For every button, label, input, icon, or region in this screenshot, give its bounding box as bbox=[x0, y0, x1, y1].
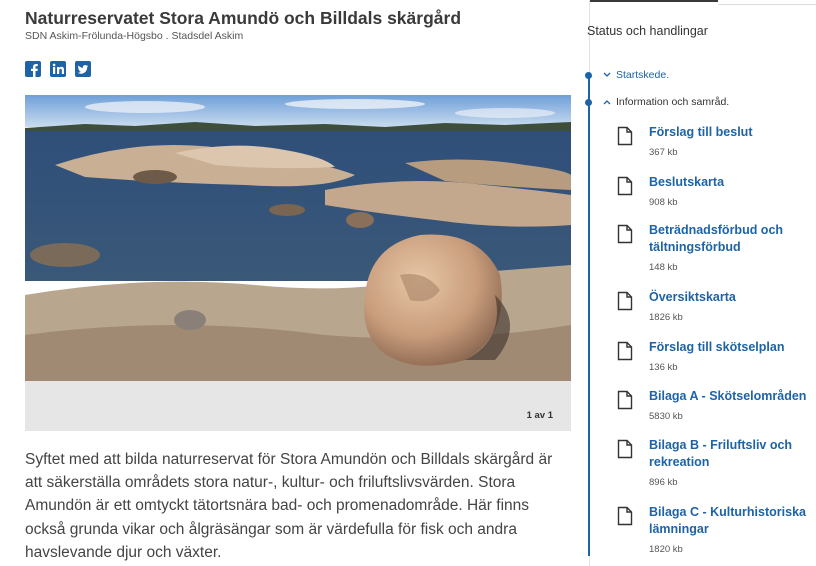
stage-label: Startskede. bbox=[616, 69, 670, 81]
file-icon bbox=[617, 291, 633, 316]
status-sidebar: Status och handlingar Startskede. Inform… bbox=[585, 0, 816, 566]
document-link[interactable]: Översiktskarta bbox=[649, 289, 816, 306]
file-icon bbox=[617, 506, 633, 531]
file-icon bbox=[617, 341, 633, 366]
document-link[interactable]: Beslutskarta bbox=[649, 174, 816, 191]
document-size: 1826 kb bbox=[649, 312, 683, 323]
file-icon bbox=[617, 126, 633, 151]
gallery-photo[interactable] bbox=[25, 95, 571, 381]
document-size: 896 kb bbox=[649, 477, 678, 488]
gallery-counter: 1 av 1 bbox=[526, 410, 553, 421]
document-link[interactable]: Beträdnadsförbud och tältningsförbud bbox=[649, 222, 816, 256]
page-title: Naturreservatet Stora Amundö och Billdal… bbox=[25, 8, 462, 28]
stage-startskede[interactable]: Startskede. bbox=[602, 69, 669, 81]
file-icon bbox=[617, 176, 633, 201]
gallery-caption-bar: 1 av 1 bbox=[25, 381, 571, 431]
file-icon bbox=[617, 439, 633, 464]
page-subtitle: SDN Askim-Frölunda-Högsbo . Stadsdel Ask… bbox=[25, 30, 244, 42]
landscape-photo bbox=[25, 95, 571, 381]
document-size: 367 kb bbox=[649, 147, 678, 158]
linkedin-icon[interactable] bbox=[50, 61, 66, 77]
file-icon bbox=[617, 224, 633, 249]
document-size: 5830 kb bbox=[649, 411, 683, 422]
tab-divider bbox=[718, 4, 816, 5]
active-tab-indicator bbox=[590, 0, 718, 2]
sidebar-title: Status och handlingar bbox=[587, 24, 708, 38]
timeline-dot bbox=[585, 99, 592, 106]
document-link[interactable]: Förslag till skötselplan bbox=[649, 339, 816, 356]
file-icon bbox=[617, 390, 633, 415]
document-size: 136 kb bbox=[649, 362, 678, 373]
facebook-icon[interactable] bbox=[25, 61, 41, 77]
timeline-dot bbox=[585, 72, 592, 79]
document-link[interactable]: Bilaga B - Friluftsliv och rekreation bbox=[649, 437, 816, 471]
stage-label: Information och samråd. bbox=[616, 96, 730, 108]
document-link[interactable]: Bilaga A - Skötselområden bbox=[649, 388, 816, 405]
document-size: 908 kb bbox=[649, 197, 678, 208]
status-timeline bbox=[588, 76, 590, 556]
document-size: 1820 kb bbox=[649, 544, 683, 555]
document-link[interactable]: Förslag till beslut bbox=[649, 124, 816, 141]
description-text: Syftet med att bilda naturreservat för S… bbox=[25, 451, 553, 561]
document-link[interactable]: Bilaga C - Kulturhistoriska lämningar bbox=[649, 504, 816, 538]
document-size: 148 kb bbox=[649, 262, 678, 273]
stage-information-samrad[interactable]: Information och samråd. bbox=[602, 96, 729, 108]
chevron-up-icon bbox=[602, 97, 612, 107]
chevron-down-icon bbox=[602, 70, 612, 80]
twitter-icon[interactable] bbox=[75, 61, 91, 77]
share-bar bbox=[25, 61, 91, 77]
